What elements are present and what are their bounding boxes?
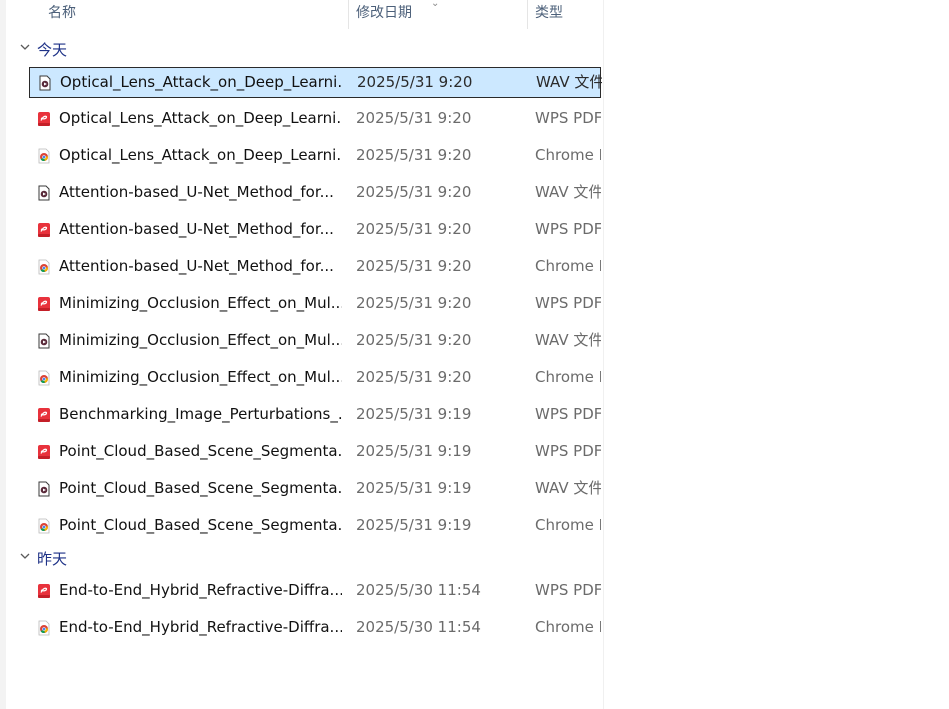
column-header-type[interactable]: 类型 <box>529 0 603 29</box>
file-name: Point_Cloud_Based_Scene_Segmenta... <box>59 516 342 534</box>
file-modified-date: 2025/5/31 9:20 <box>356 294 472 312</box>
file-modified-date: 2025/5/31 9:20 <box>356 146 472 164</box>
wav-file-icon <box>37 75 53 91</box>
group-header[interactable]: 今天 <box>6 37 603 63</box>
file-row[interactable]: Point_Cloud_Based_Scene_Segmenta... 2025/… <box>29 437 601 468</box>
file-row[interactable]: Minimizing_Occlusion_Effect_on_Mul... 202… <box>29 363 601 394</box>
sort-descending-icon: ⌄ <box>431 0 440 9</box>
file-name: Benchmarking_Image_Perturbations_... <box>59 405 342 423</box>
file-list-pane: 名称 修改日期 ⌄ 类型 今天 Optical_Lens_Attack_on_De… <box>6 0 603 709</box>
file-modified-date: 2025/5/31 9:20 <box>356 368 472 386</box>
file-row[interactable]: End-to-End_Hybrid_Refractive-Diffra... 20… <box>29 576 601 607</box>
wps-pdf-icon <box>36 407 52 423</box>
file-type: WAV 文件 <box>535 183 601 201</box>
group-label: 昨天 <box>37 550 68 568</box>
file-modified-date: 2025/5/31 9:20 <box>356 257 472 275</box>
wps-pdf-icon <box>36 222 52 238</box>
file-type: WPS PDF <box>535 442 601 460</box>
file-name: End-to-End_Hybrid_Refractive-Diffra... <box>59 581 342 599</box>
file-row[interactable]: End-to-End_Hybrid_Refractive-Diffra... 20… <box>29 613 601 644</box>
file-type: WAV 文件 <box>535 479 601 497</box>
file-name: Attention-based_U-Net_Method_for... <box>59 183 334 201</box>
column-header-date-label: 修改日期 <box>356 5 412 21</box>
file-type: Chrome HTML <box>535 368 601 386</box>
file-name: Optical_Lens_Attack_on_Deep_Learni... <box>59 109 342 127</box>
file-type: WPS PDF <box>535 581 601 599</box>
column-header-row: 名称 修改日期 ⌄ 类型 <box>6 0 603 29</box>
file-modified-date: 2025/5/31 9:20 <box>356 109 472 127</box>
group-header[interactable]: 昨天 <box>6 546 603 572</box>
file-modified-date: 2025/5/31 9:19 <box>356 405 472 423</box>
file-modified-date: 2025/5/31 9:19 <box>356 442 472 460</box>
file-type: WPS PDF <box>535 220 601 238</box>
file-type: WAV 文件 <box>535 331 601 349</box>
wav-file-icon <box>36 185 52 201</box>
column-resize-handle-name[interactable] <box>348 0 349 29</box>
empty-area <box>603 0 949 709</box>
file-name: Point_Cloud_Based_Scene_Segmenta... <box>59 479 342 497</box>
file-row[interactable]: Attention-based_U-Net_Method_for... 2025/… <box>29 215 601 246</box>
file-type: WPS PDF <box>535 294 601 312</box>
file-name: Attention-based_U-Net_Method_for... <box>59 257 334 275</box>
file-modified-date: 2025/5/30 11:54 <box>356 618 481 636</box>
file-type: WAV 文件 <box>536 73 602 91</box>
file-row[interactable]: Benchmarking_Image_Perturbations_... 2025… <box>29 400 601 431</box>
file-modified-date: 2025/5/31 9:20 <box>356 220 472 238</box>
file-name: Optical_Lens_Attack_on_Deep_Learni... <box>59 146 342 164</box>
file-modified-date: 2025/5/31 9:19 <box>356 516 472 534</box>
chrome-icon <box>36 370 52 386</box>
column-header-type-label: 类型 <box>535 5 563 21</box>
file-name: Optical_Lens_Attack_on_Deep_Learni... <box>60 73 343 91</box>
column-header-name-label: 名称 <box>48 5 76 21</box>
wps-pdf-icon <box>36 583 52 599</box>
file-modified-date: 2025/5/30 11:54 <box>356 581 481 599</box>
file-row[interactable]: Minimizing_Occlusion_Effect_on_Mul... 202… <box>29 326 601 357</box>
column-header-name[interactable]: 名称 <box>42 0 348 29</box>
file-modified-date: 2025/5/31 9:20 <box>357 73 473 91</box>
file-name: Minimizing_Occlusion_Effect_on_Mul... <box>59 331 342 349</box>
file-name: Minimizing_Occlusion_Effect_on_Mul... <box>59 294 342 312</box>
file-type: Chrome HTML <box>535 146 601 164</box>
chrome-icon <box>36 259 52 275</box>
chevron-down-icon[interactable] <box>18 40 32 54</box>
column-resize-handle-date[interactable] <box>527 0 528 29</box>
file-explorer-window: 名称 修改日期 ⌄ 类型 今天 Optical_Lens_Attack_on_De… <box>0 0 949 709</box>
file-modified-date: 2025/5/31 9:19 <box>356 479 472 497</box>
file-type: Chrome HTML <box>535 516 601 534</box>
file-type: Chrome HTML <box>535 257 601 275</box>
chrome-icon <box>36 620 52 636</box>
file-row[interactable]: Attention-based_U-Net_Method_for... 2025/… <box>29 178 601 209</box>
wav-file-icon <box>36 481 52 497</box>
file-modified-date: 2025/5/31 9:20 <box>356 331 472 349</box>
file-row[interactable]: Minimizing_Occlusion_Effect_on_Mul... 202… <box>29 289 601 320</box>
chrome-icon <box>36 518 52 534</box>
file-name: Minimizing_Occlusion_Effect_on_Mul... <box>59 368 342 386</box>
group-label: 今天 <box>37 41 68 59</box>
file-row[interactable]: Optical_Lens_Attack_on_Deep_Learni... 202… <box>29 104 601 135</box>
file-modified-date: 2025/5/31 9:20 <box>356 183 472 201</box>
chevron-down-icon[interactable] <box>18 549 32 563</box>
file-name: Attention-based_U-Net_Method_for... <box>59 220 334 238</box>
file-row[interactable]: Attention-based_U-Net_Method_for... 2025/… <box>29 252 601 283</box>
wav-file-icon <box>36 333 52 349</box>
chrome-icon <box>36 148 52 164</box>
wps-pdf-icon <box>36 444 52 460</box>
file-row[interactable]: Optical_Lens_Attack_on_Deep_Learni... 202… <box>29 141 601 172</box>
wps-pdf-icon <box>36 111 52 127</box>
file-name: Point_Cloud_Based_Scene_Segmenta... <box>59 442 342 460</box>
file-name: End-to-End_Hybrid_Refractive-Diffra... <box>59 618 342 636</box>
file-row[interactable]: Optical_Lens_Attack_on_Deep_Learni... 202… <box>29 67 602 98</box>
file-type: WPS PDF <box>535 405 601 423</box>
file-row[interactable]: Point_Cloud_Based_Scene_Segmenta... 2025/… <box>29 511 601 542</box>
file-type: WPS PDF <box>535 109 601 127</box>
file-type: Chrome HTML <box>535 618 601 636</box>
file-row[interactable]: Point_Cloud_Based_Scene_Segmenta... 2025/… <box>29 474 601 505</box>
wps-pdf-icon <box>36 296 52 312</box>
